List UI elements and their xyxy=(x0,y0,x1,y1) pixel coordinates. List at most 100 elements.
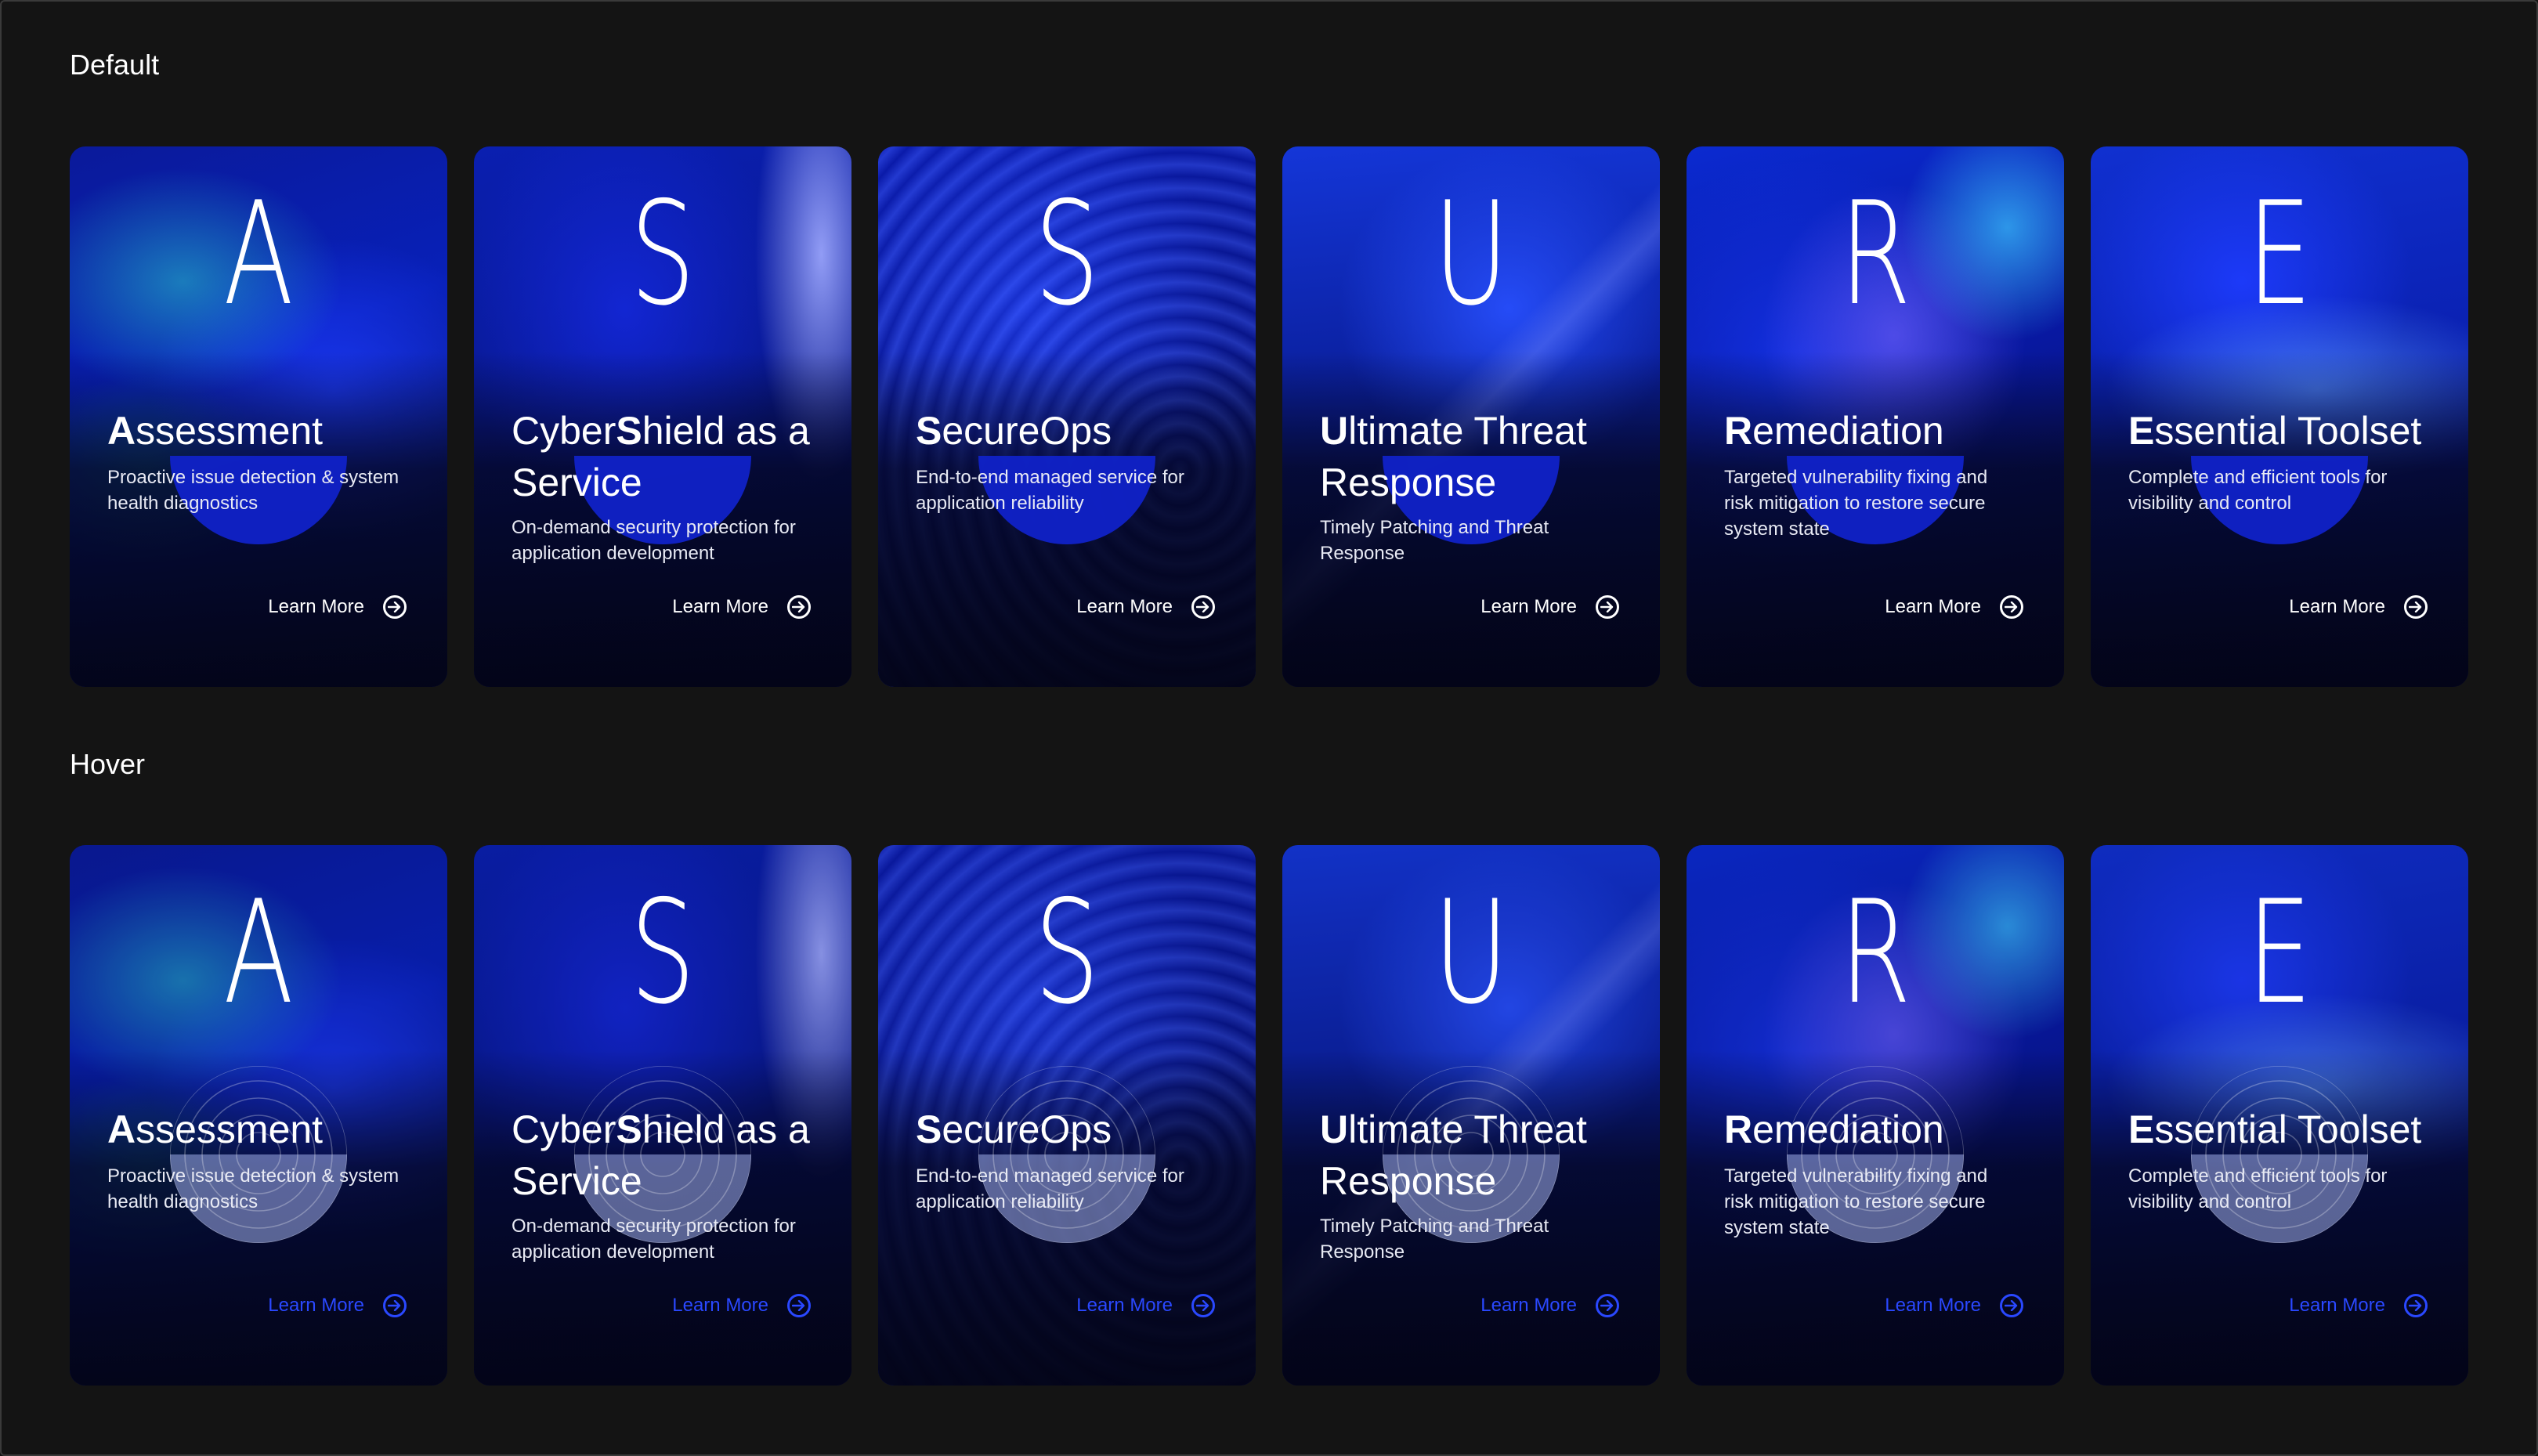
learn-more-label: Learn More xyxy=(672,1295,768,1316)
card-title-prefix: Cyber xyxy=(512,409,616,453)
card-title-initial: S xyxy=(616,1107,642,1151)
card-description: Targeted vulnerability fixing and risk m… xyxy=(1724,467,1988,540)
card-title-initial: A xyxy=(107,1107,136,1151)
card-title: Ultimate Threat Response xyxy=(1320,1104,1632,1207)
card-title: Remediation xyxy=(1724,1104,2036,1155)
learn-more-label: Learn More xyxy=(268,596,364,617)
card-description: Proactive issue detection & system healt… xyxy=(107,1165,400,1212)
card-letter-a: A xyxy=(223,171,294,337)
card-title-initial: U xyxy=(1320,409,1349,453)
card-title: Assessment xyxy=(107,405,419,457)
learn-more-label: Learn More xyxy=(1885,1295,1981,1316)
learn-more-label: Learn More xyxy=(1076,596,1173,617)
learn-more-label: Learn More xyxy=(2289,1295,2385,1316)
card-title: Assessment xyxy=(107,1104,419,1155)
card-description: Complete and efficient tools for visibil… xyxy=(2128,1165,2388,1212)
card-remediation-hover[interactable]: R Remediation Targeted vulnerability fixin… xyxy=(1687,845,2064,1386)
learn-more-link[interactable]: Learn More xyxy=(1687,1294,2023,1317)
card-assessment-default[interactable]: A Assessment Proactive issue detection & s… xyxy=(70,146,447,687)
arrow-right-circle-icon xyxy=(1596,595,1619,619)
arrow-right-circle-icon xyxy=(1596,1294,1619,1317)
card-title-initial: E xyxy=(2128,1107,2155,1151)
cards-row-hover: A Assessment Proactive issue detection & s… xyxy=(70,845,2468,1386)
card-letter-s: S xyxy=(630,869,696,1035)
card-assessment-hover[interactable]: A Assessment Proactive issue detection & s… xyxy=(70,845,447,1386)
card-letter-s: S xyxy=(1034,869,1100,1035)
card-description: On-demand security protection for applic… xyxy=(512,1216,796,1263)
card-title-rest: ltimate Threat Response xyxy=(1320,409,1587,504)
card-title-rest: ssential Toolset xyxy=(2154,1107,2422,1151)
learn-more-link[interactable]: Learn More xyxy=(878,1294,1215,1317)
card-description: On-demand security protection for applic… xyxy=(512,517,796,564)
card-title-rest: emediation xyxy=(1752,1107,1944,1151)
learn-more-link[interactable]: Learn More xyxy=(474,1294,811,1317)
card-title: SecureOps xyxy=(916,1104,1227,1155)
card-letter-u: U xyxy=(1434,869,1509,1035)
card-title-initial: R xyxy=(1724,409,1753,453)
card-remediation-default[interactable]: R Remediation Targeted vulnerability fixin… xyxy=(1687,146,2064,687)
arrow-right-circle-icon xyxy=(2000,1294,2023,1317)
cards-row-default: A Assessment Proactive issue detection & s… xyxy=(70,146,2468,687)
card-secureops-default[interactable]: S SecureOps End-to-end managed service for… xyxy=(878,146,1256,687)
card-title-initial: U xyxy=(1320,1107,1349,1151)
card-title-initial: R xyxy=(1724,1107,1753,1151)
card-title-rest: ecureOps xyxy=(942,409,1112,453)
card-letter-u: U xyxy=(1434,171,1509,337)
card-letter-r: R xyxy=(1839,869,1911,1035)
card-description: Proactive issue detection & system healt… xyxy=(107,467,400,514)
card-essential-toolset-hover[interactable]: E Essential Toolset Complete and efficient… xyxy=(2091,845,2468,1386)
card-description: Timely Patching and Threat Response xyxy=(1320,517,1549,564)
card-letter-s: S xyxy=(1034,171,1100,337)
learn-more-link[interactable]: Learn More xyxy=(1282,595,1619,619)
card-title: Essential Toolset xyxy=(2128,405,2440,457)
learn-more-link[interactable]: Learn More xyxy=(70,595,407,619)
learn-more-link[interactable]: Learn More xyxy=(2091,1294,2428,1317)
card-description: Complete and efficient tools for visibil… xyxy=(2128,467,2388,514)
card-title-rest: ssessment xyxy=(136,409,324,453)
card-ultimate-threat-response-hover[interactable]: U Ultimate Threat Response Timely Patching… xyxy=(1282,845,1660,1386)
card-essential-toolset-default[interactable]: E Essential Toolset Complete and efficient… xyxy=(2091,146,2468,687)
card-secureops-hover[interactable]: S SecureOps End-to-end managed service for… xyxy=(878,845,1256,1386)
card-description: Targeted vulnerability fixing and risk m… xyxy=(1724,1165,1988,1238)
card-cybershield-default[interactable]: S CyberShield as a Service On-demand secur… xyxy=(474,146,851,687)
card-title-initial: S xyxy=(916,409,942,453)
learn-more-link[interactable]: Learn More xyxy=(70,1294,407,1317)
card-title-initial: S xyxy=(916,1107,942,1151)
section-label-default: Default xyxy=(70,49,160,81)
card-title-rest: ssential Toolset xyxy=(2154,409,2422,453)
card-title-rest: ssessment xyxy=(136,1107,324,1151)
learn-more-label: Learn More xyxy=(2289,596,2385,617)
card-title-rest: ecureOps xyxy=(942,1107,1112,1151)
arrow-right-circle-icon xyxy=(383,595,407,619)
learn-more-link[interactable]: Learn More xyxy=(2091,595,2428,619)
learn-more-link[interactable]: Learn More xyxy=(878,595,1215,619)
card-letter-e: E xyxy=(2247,171,2312,337)
card-title-rest: ltimate Threat Response xyxy=(1320,1107,1587,1203)
learn-more-label: Learn More xyxy=(1076,1295,1173,1316)
learn-more-link[interactable]: Learn More xyxy=(1282,1294,1619,1317)
card-title-rest: emediation xyxy=(1752,409,1944,453)
learn-more-label: Learn More xyxy=(672,596,768,617)
card-cybershield-hover[interactable]: S CyberShield as a Service On-demand secur… xyxy=(474,845,851,1386)
card-letter-r: R xyxy=(1839,171,1911,337)
learn-more-label: Learn More xyxy=(1885,596,1981,617)
arrow-right-circle-icon xyxy=(1191,595,1215,619)
card-title: Essential Toolset xyxy=(2128,1104,2440,1155)
learn-more-link[interactable]: Learn More xyxy=(474,595,811,619)
card-ultimate-threat-response-default[interactable]: U Ultimate Threat Response Timely Patching… xyxy=(1282,146,1660,687)
card-title: Ultimate Threat Response xyxy=(1320,405,1632,508)
card-letter-e: E xyxy=(2247,869,2312,1035)
card-title-prefix: Cyber xyxy=(512,1107,616,1151)
learn-more-link[interactable]: Learn More xyxy=(1687,595,2023,619)
arrow-right-circle-icon xyxy=(1191,1294,1215,1317)
arrow-right-circle-icon xyxy=(2000,595,2023,619)
learn-more-label: Learn More xyxy=(1480,1295,1577,1316)
card-title: CyberShield as a Service xyxy=(512,405,823,508)
arrow-right-circle-icon xyxy=(2404,595,2428,619)
card-title-initial: A xyxy=(107,409,136,453)
arrow-right-circle-icon xyxy=(787,595,811,619)
arrow-right-circle-icon xyxy=(383,1294,407,1317)
learn-more-label: Learn More xyxy=(1480,596,1577,617)
section-label-hover: Hover xyxy=(70,748,146,780)
learn-more-label: Learn More xyxy=(268,1295,364,1316)
